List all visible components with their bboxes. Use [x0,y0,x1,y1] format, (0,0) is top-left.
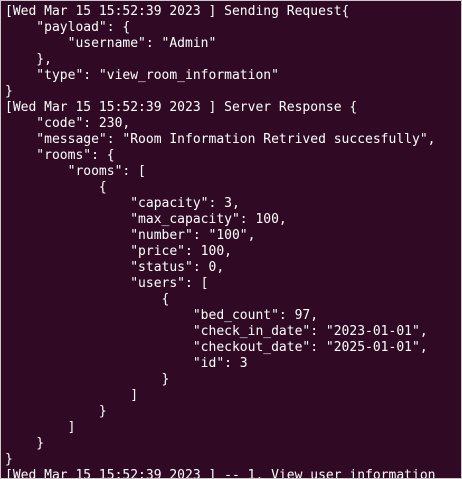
terminal-line: "id": 3 [5,356,248,371]
terminal-line: "type": "view_room_information" [5,68,279,83]
terminal-line: { [5,292,170,307]
terminal-line: "max_capacity": 100, [5,212,287,227]
terminal-line: "number": "100", [5,228,256,243]
terminal-line: { [5,180,107,195]
terminal-line: } [5,404,107,419]
terminal-line: "price": 100, [5,244,232,259]
terminal-line: "message": "Room Information Retrived su… [5,132,436,147]
terminal-line: "status": 0, [5,260,225,275]
terminal-line: "username": "Admin" [5,36,217,51]
terminal-line: "capacity": 3, [5,196,240,211]
terminal-window[interactable]: [Wed Mar 15 15:52:39 2023 ] Sending Requ… [0,0,462,479]
terminal-line: "code": 230, [5,116,131,131]
terminal-line: [Wed Mar 15 15:52:39 2023 ] Server Respo… [5,100,358,115]
terminal-line: "payload": { [5,20,131,35]
terminal-line: "rooms": { [5,148,115,163]
terminal-line: "check_in_date": "2023-01-01", [5,324,428,339]
terminal-line: "rooms": [ [5,164,146,179]
terminal-line: }, [5,52,52,67]
terminal-line: "users": [ [5,276,209,291]
terminal-line: ] [5,420,76,435]
terminal-line: } [5,436,45,451]
terminal-line: } [5,84,13,99]
terminal-line: "bed_count": 97, [5,308,319,323]
terminal-line: "checkout_date": "2025-01-01", [5,340,428,355]
terminal-line: [Wed Mar 15 15:52:39 2023 ] -- 1. View u… [5,468,436,478]
terminal-line: } [5,452,13,467]
terminal-line: } [5,372,170,387]
terminal-line: [Wed Mar 15 15:52:39 2023 ] Sending Requ… [5,4,350,19]
terminal-line: ] [5,388,139,403]
terminal-output: [Wed Mar 15 15:52:39 2023 ] Sending Requ… [5,4,459,478]
